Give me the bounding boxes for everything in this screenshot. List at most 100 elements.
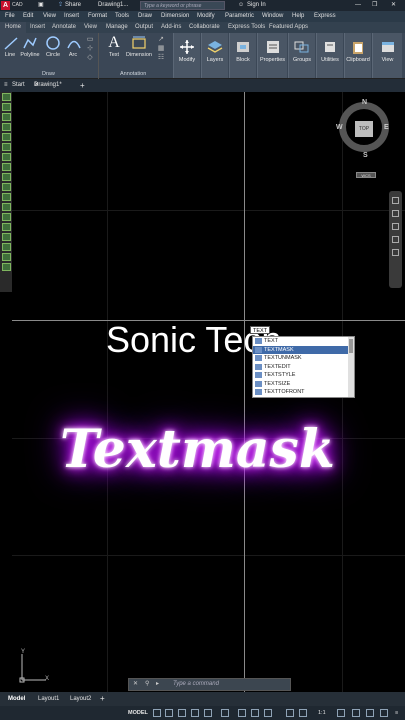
palette-tool-icon[interactable] [1,203,11,211]
zoom-icon[interactable] [392,223,399,230]
compass-east[interactable]: E [384,124,389,131]
clean-screen-icon[interactable] [380,709,388,717]
menu-dimension[interactable]: Dimension [161,11,189,22]
tab-add-ins[interactable]: Add-ins [161,22,181,33]
orbit-icon[interactable] [392,236,399,243]
palette-tool-icon[interactable] [1,113,11,121]
autocomplete-item[interactable]: TEXTUNMASK [253,354,354,363]
tab-collaborate[interactable]: Collaborate [189,22,220,33]
tab-home[interactable]: Home [0,22,26,33]
menu-tools[interactable]: Tools [115,11,129,22]
palette-tool-icon[interactable] [1,243,11,251]
command-line[interactable]: ✕ ⚲ ▸ Type a command [128,678,291,691]
panel-annotation-label[interactable]: Annotation [120,71,146,77]
palette-tool-icon[interactable] [1,223,11,231]
menu-window[interactable]: Window [262,11,283,22]
auto-scale-icon[interactable] [299,709,307,717]
menu-insert[interactable]: Insert [64,11,79,22]
share-icon[interactable]: ⇪ [58,0,63,11]
workspace-gear-icon[interactable] [337,709,345,717]
properties-button[interactable]: Properties [257,33,287,78]
draw-extra-icons[interactable]: ▭ ⊹ ◇ [84,35,96,62]
block-button[interactable]: Block [229,33,256,78]
autocomplete-item[interactable]: TEXT [253,337,354,346]
modify-button[interactable]: Modify [173,33,200,78]
save-icon[interactable]: ▣ [38,0,44,11]
close-tab-icon[interactable]: ✕ [34,79,39,92]
grid-icon[interactable] [153,709,161,717]
tab-view[interactable]: View [84,22,97,33]
minimize-button[interactable]: — [355,0,361,11]
model-space-toggle[interactable]: MODEL [128,706,148,720]
autocomplete-item[interactable]: TEXTTOFRONT [253,388,354,397]
pan-icon[interactable] [392,210,399,217]
compass-north[interactable]: N [362,99,367,106]
palette-tool-icon[interactable] [1,213,11,221]
menu-format[interactable]: Format [88,11,107,22]
canvas-text-textmask[interactable]: Textmask [60,419,335,480]
autocomplete-item-selected[interactable]: TEXTMASK [253,345,354,354]
tab-featured-apps[interactable]: Featured Apps [269,22,308,33]
ortho-icon[interactable] [178,709,186,717]
isolate-objects-icon[interactable] [352,709,360,717]
tab-annotate[interactable]: Annotate [52,22,76,33]
annotation-visibility-icon[interactable] [286,709,294,717]
menu-edit[interactable]: Edit [23,11,33,22]
command-input[interactable]: Type a command [173,679,219,690]
maximize-button[interactable]: ❐ [372,0,377,11]
close-button[interactable]: ✕ [391,0,396,11]
compass-west[interactable]: W [336,124,343,131]
menu-help[interactable]: Help [292,11,304,22]
menu-modify[interactable]: Modify [197,11,215,22]
polar-icon[interactable] [191,709,199,717]
transparency-icon[interactable] [251,709,259,717]
text-button[interactable]: A Text [106,35,122,59]
selection-cycling-icon[interactable] [264,709,272,717]
full-navigation-wheel-icon[interactable] [392,197,399,204]
menu-file[interactable]: File [5,11,15,22]
sign-in-button[interactable]: Sign In [247,0,266,11]
circle-button[interactable]: Circle [45,35,61,58]
tab-start[interactable]: Start [12,79,25,92]
otrack-icon[interactable] [221,709,229,717]
hardware-acceleration-icon[interactable] [366,709,374,717]
autocomplete-item[interactable]: TEXTSIZE [253,380,354,389]
new-layout-button[interactable]: + [100,692,105,706]
dimension-button[interactable]: Dimension [126,35,152,58]
lineweight-icon[interactable] [238,709,246,717]
annotation-extra-icons[interactable]: ↗ ▦ ☷ [155,35,167,62]
palette-tool-icon[interactable] [1,143,11,151]
palette-tool-icon[interactable] [1,103,11,111]
menu-view[interactable]: View [43,11,56,22]
autocomplete-scrollbar[interactable] [348,337,354,397]
palette-tool-icon[interactable] [1,163,11,171]
palette-tool-icon[interactable] [1,123,11,131]
arc-button[interactable]: Arc [66,35,81,58]
drawing-canvas[interactable]: Sonic Tech Textmask TEXT TEXT TEXTMASK T… [12,92,405,692]
annotation-scale[interactable]: 1:1 [318,706,326,720]
palette-tool-icon[interactable] [1,133,11,141]
menu-draw[interactable]: Draw [138,11,152,22]
polyline-button[interactable]: Polyline [19,35,41,58]
view-button[interactable]: View [372,33,402,78]
palette-tool-icon[interactable] [1,253,11,261]
new-tab-button[interactable]: + [80,79,85,92]
wcs-menu[interactable]: WCS [356,172,376,178]
layers-button[interactable]: Layers [201,33,228,78]
tab-layout2[interactable]: Layout2 [70,692,91,706]
osnap-icon[interactable] [204,709,212,717]
search-box[interactable]: Type a keyword or phrase [140,1,225,10]
showmotion-icon[interactable] [392,249,399,256]
snap-icon[interactable] [165,709,173,717]
tab-insert[interactable]: Insert [30,22,45,33]
menu-express[interactable]: Express [314,11,336,22]
panel-draw-label[interactable]: Draw [42,71,55,77]
menu-parametric[interactable]: Parametric [225,11,254,22]
tab-express-tools[interactable]: Express Tools [228,22,265,33]
palette-tool-icon[interactable] [1,153,11,161]
customize-icon[interactable]: ⚲ [145,679,149,690]
app-logo[interactable]: A [1,1,10,10]
palette-tool-icon[interactable] [1,93,11,101]
line-button[interactable]: Line [3,35,18,58]
utilities-button[interactable]: Utilities [316,33,343,78]
